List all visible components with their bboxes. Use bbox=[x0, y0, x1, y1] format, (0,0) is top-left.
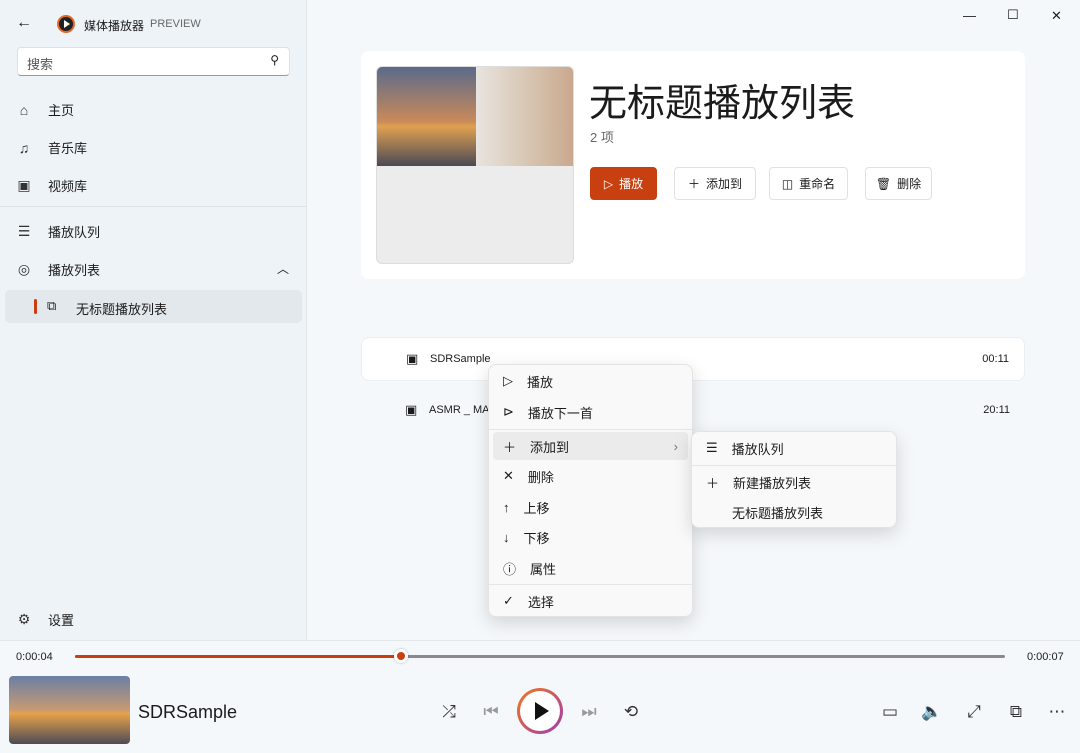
total-time: 0:00:07 bbox=[1027, 651, 1064, 663]
divider bbox=[489, 584, 692, 585]
sidebar-item-music[interactable]: ♫ 音乐库 bbox=[16, 138, 87, 157]
seek-bar[interactable] bbox=[75, 649, 1005, 663]
select-icon: ✓ bbox=[503, 593, 514, 608]
menu-item-select[interactable]: ✓ 选择 bbox=[493, 587, 688, 615]
video-icon: ▣ bbox=[17, 177, 31, 193]
divider bbox=[489, 429, 692, 430]
delete-button[interactable]: 🗑 删除 bbox=[865, 167, 932, 200]
arrow-up-icon: ↑ bbox=[503, 499, 510, 515]
plus-icon: ＋ bbox=[706, 475, 720, 491]
divider bbox=[692, 465, 896, 466]
playlist-icon: ◎ bbox=[17, 261, 31, 277]
rename-icon: ◫ bbox=[781, 176, 794, 191]
submenu-item-queue[interactable]: ☰ 播放队列 bbox=[696, 434, 892, 462]
more-icon[interactable]: ⋯ bbox=[1046, 702, 1068, 722]
selected-indicator bbox=[34, 299, 37, 314]
item-count: 2 项 bbox=[590, 130, 614, 145]
play-next-icon: ⊳ bbox=[503, 404, 514, 419]
maximize-button[interactable]: ☐ bbox=[1007, 7, 1019, 23]
shuffle-icon[interactable]: ⤮ bbox=[438, 702, 460, 722]
sidebar: ← 媒体播放器 PREVIEW 搜索 ⚲ ⌂ 主页 ♫ 音乐库 ▣ 视频库 ☰ 播放队列… bbox=[0, 0, 307, 640]
now-playing-title: SDRSample bbox=[138, 702, 238, 722]
music-icon: ♫ bbox=[18, 139, 30, 156]
sidebar-item-queue[interactable]: ☰ 播放队列 bbox=[16, 222, 100, 241]
play-icon bbox=[535, 702, 549, 720]
back-button[interactable]: ← bbox=[16, 14, 32, 32]
playlist-artwork bbox=[376, 66, 574, 264]
track-row[interactable]: ▣ SDRSample 00:11 bbox=[361, 337, 1025, 381]
trash-icon: 🗑 bbox=[875, 176, 892, 191]
now-playing-thumbnail[interactable] bbox=[9, 676, 130, 744]
sidebar-item-playlists[interactable]: ◎ 播放列表 bbox=[16, 260, 100, 279]
play-button[interactable]: ▷ 播放 bbox=[590, 167, 657, 200]
info-icon: ⓘ bbox=[503, 561, 517, 577]
preview-badge: PREVIEW bbox=[150, 18, 201, 30]
video-icon: ▣ bbox=[405, 402, 418, 417]
video-icon: ▣ bbox=[406, 351, 419, 366]
play-icon: ▷ bbox=[603, 176, 614, 191]
thumbnail-1 bbox=[377, 67, 476, 166]
chevron-up-icon[interactable]: ︿ bbox=[277, 260, 289, 277]
menu-item-move-up[interactable]: ↑ 上移 bbox=[493, 493, 688, 521]
plus-icon: ＋ bbox=[687, 177, 700, 191]
menu-item-properties[interactable]: ⓘ 属性 bbox=[493, 554, 688, 582]
close-button[interactable]: ✕ bbox=[1051, 8, 1062, 24]
mini-player-icon[interactable]: ⧉ bbox=[1005, 702, 1027, 722]
menu-item-move-down[interactable]: ↓ 下移 bbox=[493, 523, 688, 551]
sidebar-item-untitled-playlist[interactable]: ⧉ 无标题播放列表 bbox=[5, 290, 302, 323]
track-row[interactable]: ▣ ASMR _ MA 20:11 bbox=[361, 389, 1025, 433]
volume-icon[interactable]: 🔈 bbox=[921, 702, 943, 722]
menu-item-play[interactable]: ▷ 播放 bbox=[493, 367, 688, 395]
settings-button[interactable]: ⚙ 设置 bbox=[16, 610, 74, 629]
captions-icon[interactable]: ▭ bbox=[879, 702, 901, 722]
arrow-down-icon: ↓ bbox=[503, 529, 510, 545]
next-icon[interactable]: ⏭ bbox=[578, 702, 600, 722]
divider bbox=[0, 206, 306, 207]
page-title: 无标题播放列表 bbox=[589, 83, 856, 125]
menu-item-play-next[interactable]: ⊳ 播放下一首 bbox=[493, 398, 688, 426]
previous-icon[interactable]: ⏮ bbox=[480, 702, 502, 722]
add-to-button[interactable]: ＋添加到 bbox=[674, 167, 756, 200]
home-icon: ⌂ bbox=[19, 101, 29, 118]
minimize-button[interactable]: — bbox=[963, 8, 976, 23]
app-logo-icon bbox=[57, 15, 75, 33]
context-menu: ▷ 播放 ⊳ 播放下一首 ＋添加到 › ✕ 删除 ↑ 上移 ↓ 下移 ⓘ 属性 ✓ 选择 bbox=[488, 364, 693, 617]
submenu: ☰ 播放队列 ＋新建播放列表 无标题播放列表 bbox=[691, 431, 897, 528]
repeat-icon[interactable]: ⟲ bbox=[620, 702, 642, 722]
queue-icon: ☰ bbox=[706, 440, 718, 455]
thumbnail-2 bbox=[476, 67, 573, 166]
queue-icon: ☰ bbox=[17, 223, 31, 239]
submenu-item-new-playlist[interactable]: ＋新建播放列表 bbox=[696, 468, 892, 496]
fullscreen-icon[interactable]: ⤢ bbox=[963, 702, 985, 722]
play-pause-button[interactable] bbox=[517, 688, 563, 734]
seek-thumb[interactable] bbox=[393, 649, 408, 663]
app-title: 媒体播放器 bbox=[84, 19, 145, 33]
menu-item-delete[interactable]: ✕ 删除 bbox=[493, 462, 688, 490]
close-icon: ✕ bbox=[503, 468, 514, 483]
seek-bar-fill bbox=[75, 655, 401, 658]
current-time: 0:00:04 bbox=[16, 651, 53, 663]
gear-icon: ⚙ bbox=[17, 611, 31, 627]
submenu-item-untitled-playlist[interactable]: 无标题播放列表 bbox=[696, 498, 892, 526]
rename-button[interactable]: ◫ 重命名 bbox=[769, 167, 848, 200]
playlist-item-icon: ⧉ bbox=[47, 298, 57, 313]
play-icon: ▷ bbox=[503, 373, 513, 388]
search-input[interactable]: 搜索 ⚲ bbox=[17, 47, 290, 76]
search-icon[interactable]: ⚲ bbox=[270, 53, 279, 67]
sidebar-item-home[interactable]: ⌂ 主页 bbox=[16, 100, 74, 119]
chevron-right-icon: › bbox=[673, 438, 678, 454]
sidebar-item-video[interactable]: ▣ 视频库 bbox=[16, 176, 87, 195]
menu-item-add-to[interactable]: ＋添加到 › bbox=[493, 432, 688, 460]
plus-icon: ＋ bbox=[503, 439, 517, 455]
